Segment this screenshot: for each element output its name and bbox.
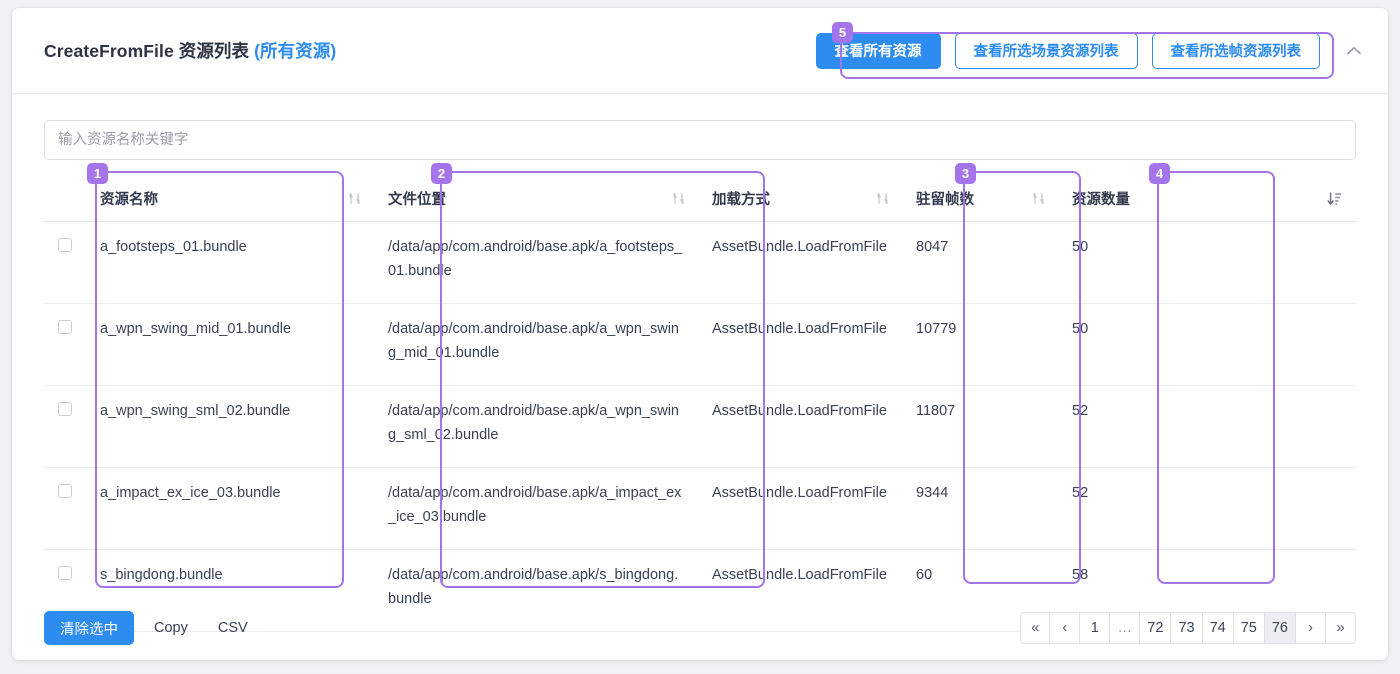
column-header-label: 加载方式 [712, 192, 770, 208]
row-checkbox[interactable] [58, 484, 72, 498]
sort-both-icon[interactable] [663, 192, 684, 205]
pagination-prev[interactable]: ‹ [1050, 612, 1081, 644]
cell-file-location: /data/app/com.android/base.apk/a_footste… [374, 221, 698, 304]
column-header-resident-frames[interactable]: 驻留帧数 [902, 176, 1058, 222]
copy-button[interactable]: Copy [144, 611, 198, 645]
page-title-suffix: (所有资源) [254, 41, 337, 61]
cell-load-method: AssetBundle.LoadFromFile [698, 385, 902, 468]
cell-resource-name: a_footsteps_01.bundle [86, 221, 374, 304]
cell-resource-count: 52 [1058, 385, 1216, 468]
pagination-ellipsis: … [1110, 612, 1141, 644]
sort-descending-icon[interactable] [1317, 191, 1342, 206]
cell-resource-name: a_wpn_swing_mid_01.bundle [86, 303, 374, 386]
header-button-group: 查看所有资源 查看所选场景资源列表 查看所选帧资源列表 [815, 32, 1320, 69]
cell-extra [1216, 303, 1356, 386]
row-checkbox[interactable] [58, 402, 72, 416]
annotation-badge-2: 2 [431, 163, 452, 184]
pagination-last[interactable]: » [1326, 612, 1356, 644]
screen: CreateFromFile 资源列表 (所有资源) 查看所有资源 查看所选场景… [0, 0, 1400, 674]
column-header-sort-extra[interactable] [1216, 176, 1356, 222]
pagination-page-76[interactable]: 76 [1264, 612, 1296, 644]
view-selected-frame-resources-button[interactable]: 查看所选帧资源列表 [1151, 32, 1320, 69]
row-checkbox[interactable] [58, 238, 72, 252]
pagination-page-1[interactable]: 1 [1080, 612, 1111, 644]
cell-extra [1216, 467, 1356, 550]
annotation-badge-1: 1 [87, 163, 108, 184]
header-actions: 查看所有资源 查看所选场景资源列表 查看所选帧资源列表 [815, 32, 1369, 69]
cell-file-location: /data/app/com.android/base.apk/a_wpn_swi… [374, 385, 698, 468]
row-checkbox[interactable] [58, 320, 72, 334]
card-header: CreateFromFile 资源列表 (所有资源) 查看所有资源 查看所选场景… [12, 8, 1388, 94]
table-row[interactable]: a_wpn_swing_sml_02.bundle /data/app/com.… [44, 385, 1356, 468]
table-header-checkbox-cell [44, 176, 86, 222]
table-row[interactable]: a_impact_ex_ice_03.bundle /data/app/com.… [44, 467, 1356, 550]
cell-extra [1216, 385, 1356, 468]
row-checkbox-cell [44, 303, 86, 386]
annotation-badge-3: 3 [955, 163, 976, 184]
annotation-badge-5: 5 [832, 22, 853, 43]
resource-list-card: CreateFromFile 资源列表 (所有资源) 查看所有资源 查看所选场景… [12, 8, 1388, 660]
pagination-first[interactable]: « [1020, 612, 1051, 644]
pagination: « ‹ 1 … 72 73 74 75 76 › » [1020, 612, 1356, 644]
csv-button[interactable]: CSV [208, 611, 258, 645]
column-header-resource-name[interactable]: 资源名称 [86, 176, 374, 222]
cell-resident-frames: 9344 [902, 467, 1058, 550]
cell-load-method: AssetBundle.LoadFromFile [698, 221, 902, 304]
table-row[interactable]: a_footsteps_01.bundle /data/app/com.andr… [44, 221, 1356, 304]
cell-resource-count: 52 [1058, 467, 1216, 550]
cell-resource-name: a_wpn_swing_sml_02.bundle [86, 385, 374, 468]
column-header-label: 资源数量 [1072, 192, 1130, 208]
card-footer: 清除选中 Copy CSV « ‹ 1 … 72 73 74 75 76 › » [12, 596, 1388, 660]
column-header-resource-count[interactable]: 资源数量 [1058, 176, 1216, 222]
card-body: 资源名称 文件位置 [12, 94, 1388, 632]
column-header-file-location[interactable]: 文件位置 [374, 176, 698, 222]
pagination-page-72[interactable]: 72 [1140, 612, 1172, 644]
pagination-next[interactable]: › [1296, 612, 1326, 644]
resource-table: 资源名称 文件位置 加载方式 驻留帧数 资源数量 a_footsteps_01.… [44, 176, 1356, 632]
clear-selection-button[interactable]: 清除选中 [44, 611, 134, 645]
row-checkbox-cell [44, 467, 86, 550]
cell-resource-name: a_impact_ex_ice_03.bundle [86, 467, 374, 550]
search-input[interactable] [44, 120, 1356, 160]
cell-load-method: AssetBundle.LoadFromFile [698, 303, 902, 386]
cell-resident-frames: 11807 [902, 385, 1058, 468]
sort-both-icon[interactable] [339, 192, 360, 205]
view-selected-scene-resources-button[interactable]: 查看所选场景资源列表 [954, 32, 1138, 69]
column-header-label: 驻留帧数 [916, 192, 974, 208]
row-checkbox[interactable] [58, 566, 72, 580]
cell-file-location: /data/app/com.android/base.apk/a_wpn_swi… [374, 303, 698, 386]
cell-resident-frames: 8047 [902, 221, 1058, 304]
cell-load-method: AssetBundle.LoadFromFile [698, 467, 902, 550]
cell-resident-frames: 10779 [902, 303, 1058, 386]
cell-file-location: /data/app/com.android/base.apk/a_impact_… [374, 467, 698, 550]
chevron-up-icon[interactable] [1340, 37, 1368, 65]
column-header-label: 文件位置 [388, 192, 446, 208]
cell-resource-count: 50 [1058, 303, 1216, 386]
cell-resource-count: 50 [1058, 221, 1216, 304]
annotation-badge-4: 4 [1149, 163, 1170, 184]
pagination-page-74[interactable]: 74 [1202, 612, 1234, 644]
page-title: CreateFromFile 资源列表 (所有资源) [44, 38, 336, 63]
sort-both-icon[interactable] [867, 192, 888, 205]
cell-extra [1216, 221, 1356, 304]
pagination-page-73[interactable]: 73 [1171, 612, 1203, 644]
table-body: a_footsteps_01.bundle /data/app/com.andr… [44, 221, 1356, 632]
column-header-load-method[interactable]: 加载方式 [698, 176, 902, 222]
footer-actions: 清除选中 Copy CSV [44, 611, 258, 645]
table-row[interactable]: a_wpn_swing_mid_01.bundle /data/app/com.… [44, 303, 1356, 386]
sort-both-icon[interactable] [1023, 192, 1044, 205]
row-checkbox-cell [44, 221, 86, 304]
page-title-main: CreateFromFile 资源列表 [44, 41, 250, 61]
column-header-label: 资源名称 [100, 192, 158, 208]
row-checkbox-cell [44, 385, 86, 468]
pagination-page-75[interactable]: 75 [1233, 612, 1265, 644]
